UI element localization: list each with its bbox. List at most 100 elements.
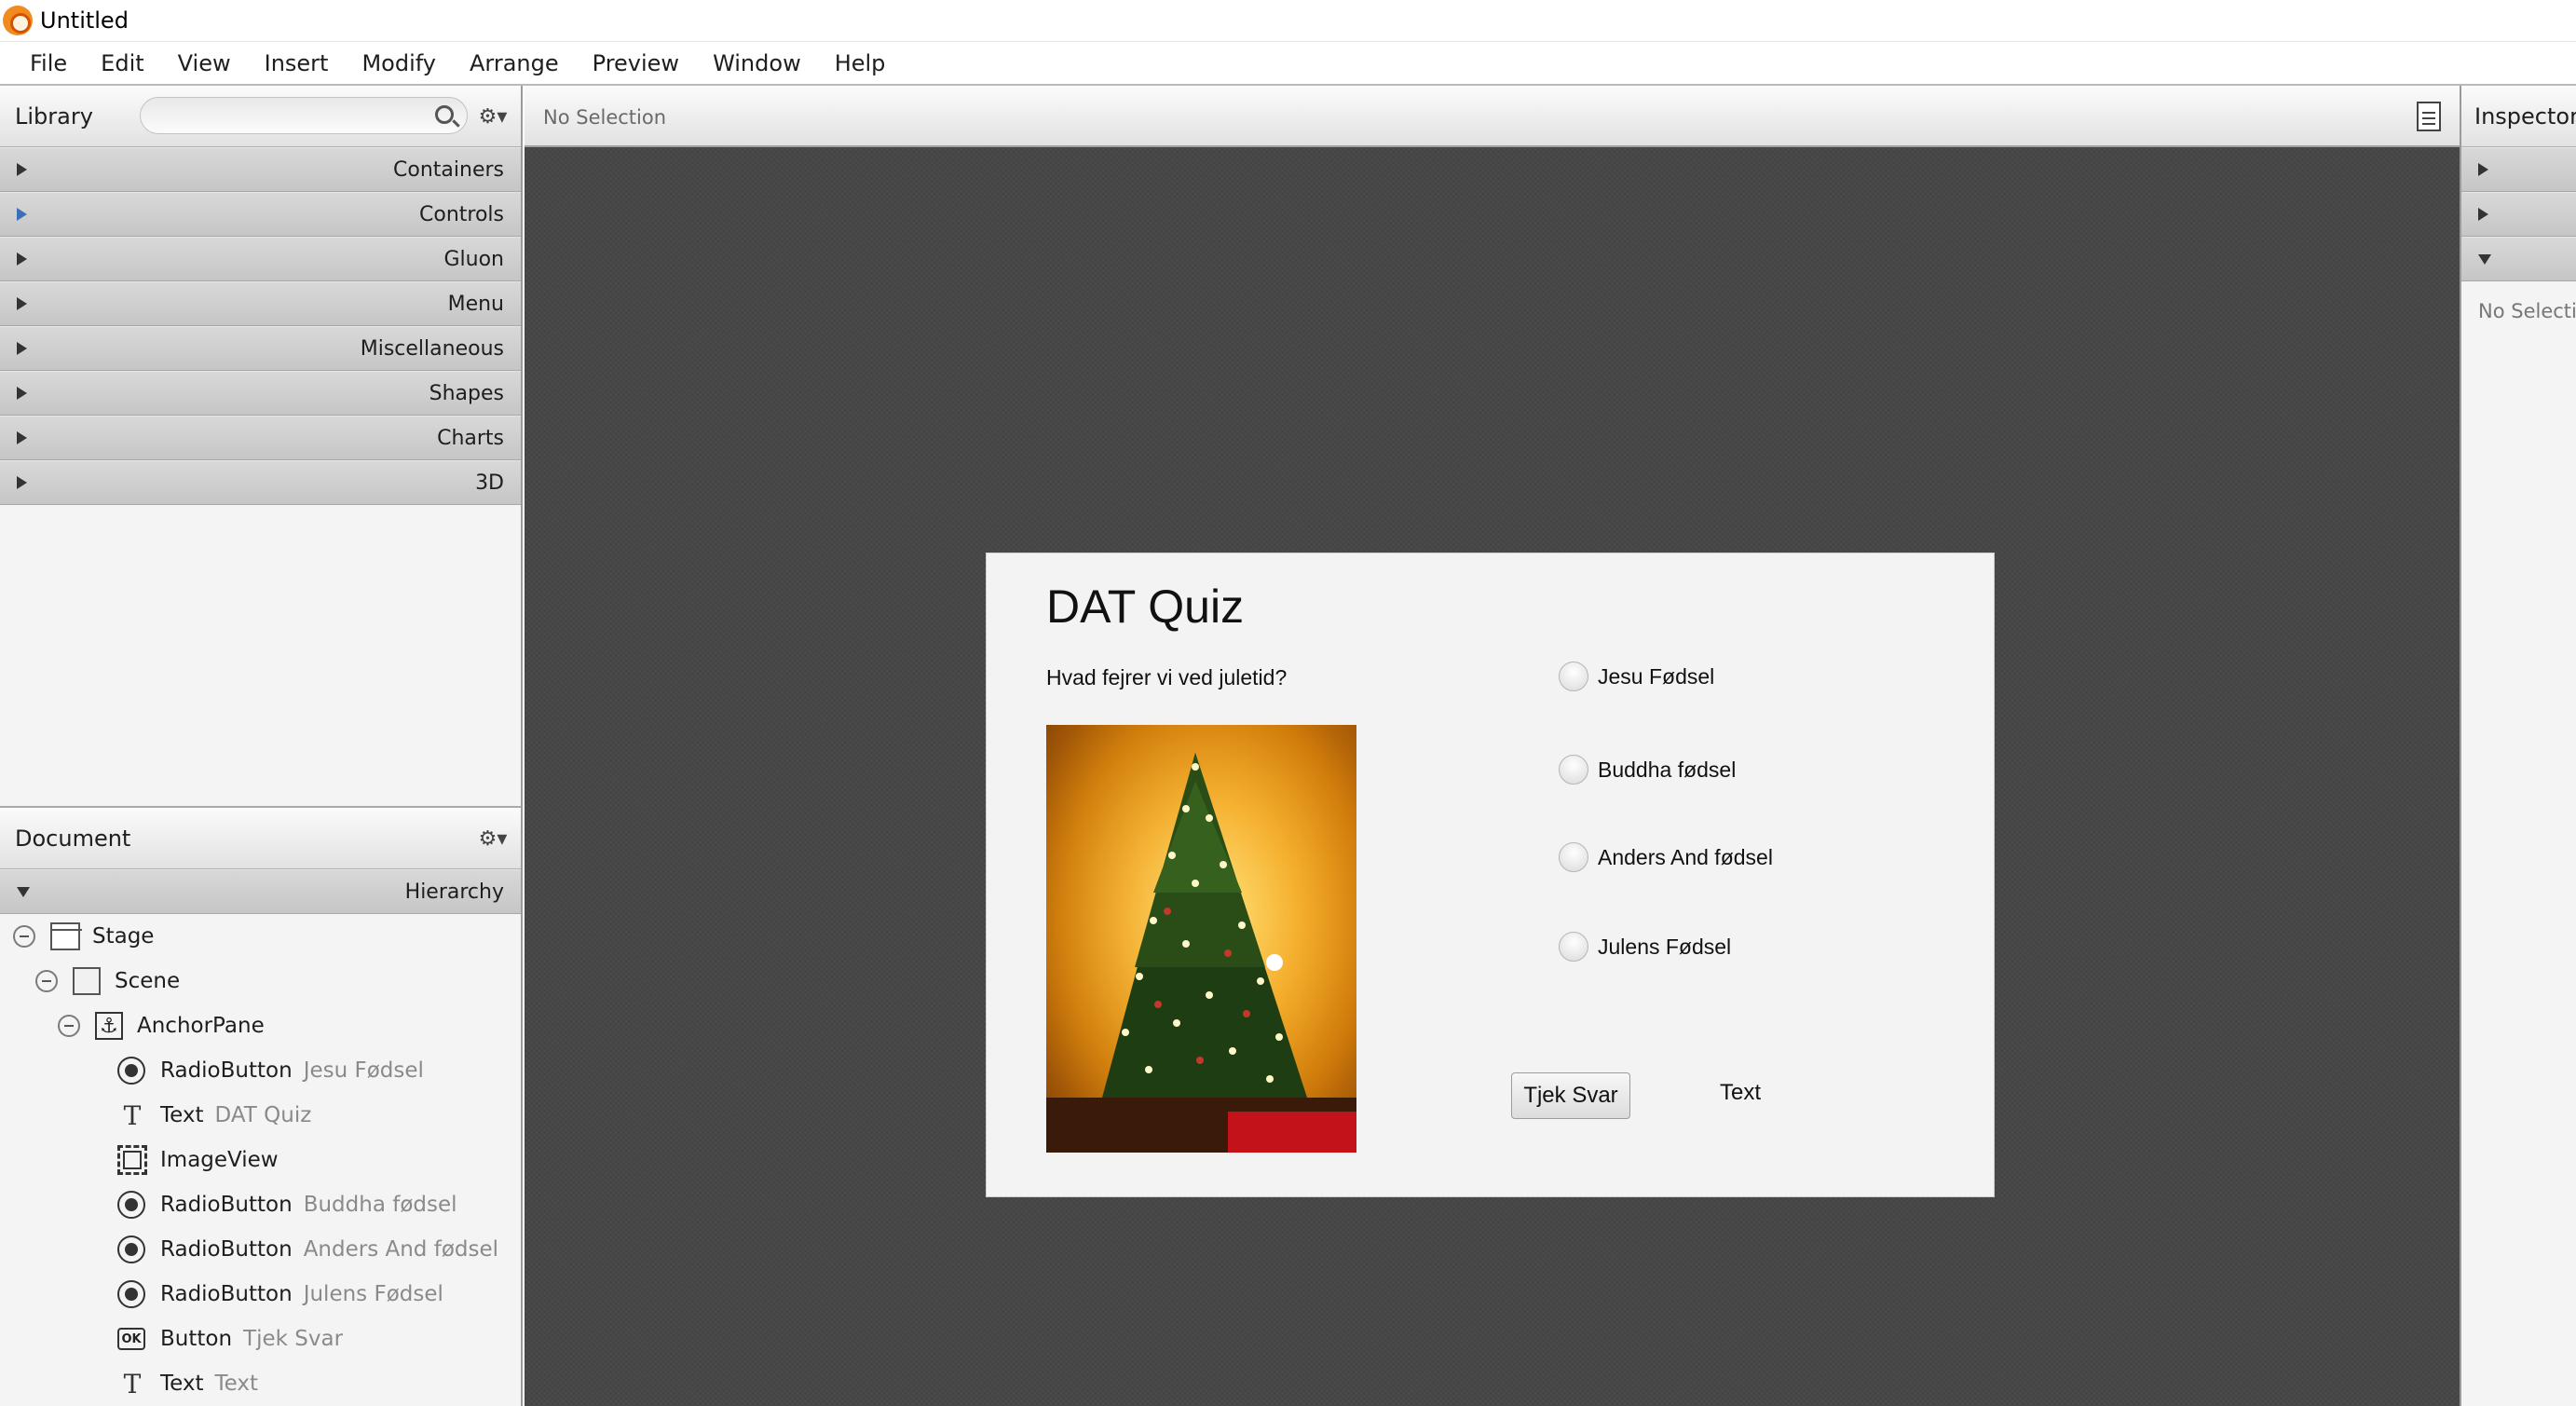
tree-node-label: Scene (115, 969, 181, 993)
result-text[interactable]: Text (1720, 1080, 1761, 1106)
library-content-area (0, 505, 521, 808)
tree-node-label: RadioButton Buddha fødsel (160, 1193, 457, 1217)
tree-node-scene[interactable]: Scene (0, 959, 521, 1003)
tree-node-label: Text Text (160, 1372, 259, 1396)
document-header: Document ⚙▾ (0, 808, 521, 869)
quiz-anchorpane[interactable]: DAT Quiz Hvad fejrer vi ved juletid? Jes… (986, 553, 1995, 1197)
section-label: Controls (419, 202, 504, 226)
menu-edit[interactable]: Edit (84, 50, 160, 76)
document-settings-gear-icon[interactable]: ⚙▾ (479, 825, 508, 853)
expand-arrow-icon[interactable] (2478, 163, 2488, 176)
radio-label[interactable]: Buddha fødsel (1598, 758, 1736, 783)
library-section-charts[interactable]: Charts (0, 416, 521, 460)
radio-circle[interactable] (1559, 932, 1588, 962)
expand-arrow-icon[interactable] (17, 342, 27, 355)
menu-file[interactable]: File (13, 50, 84, 76)
tree-node-text[interactable]: T Text DAT Quiz (0, 1093, 521, 1138)
menu-arrange[interactable]: Arrange (453, 50, 576, 76)
anchorpane-icon: ⚓ (95, 1012, 123, 1040)
menu-help[interactable]: Help (818, 50, 903, 76)
expand-arrow-icon[interactable] (17, 208, 27, 221)
radiobutton-icon (117, 1057, 145, 1085)
library-section-3d[interactable]: 3D (0, 460, 521, 505)
tree-node-radiobutton[interactable]: RadioButton Jesu Fødsel (0, 1048, 521, 1093)
expand-arrow-icon[interactable] (17, 431, 27, 444)
hierarchy-section[interactable]: Hierarchy (0, 869, 521, 914)
collapse-arrow-icon[interactable] (17, 886, 30, 897)
section-label: Shapes (429, 381, 504, 405)
collapse-node-icon[interactable] (58, 1015, 80, 1037)
library-section-miscellaneous[interactable]: Miscellaneous (0, 326, 521, 371)
section-label: Charts (437, 426, 504, 450)
tree-node-imageview[interactable]: ImageView (0, 1138, 521, 1182)
expand-arrow-icon[interactable] (17, 297, 27, 310)
section-label: Gluon (443, 247, 504, 271)
library-section-gluon[interactable]: Gluon (0, 237, 521, 281)
radio-circle[interactable] (1559, 662, 1588, 691)
tree-node-radiobutton[interactable]: RadioButton Julens Fødsel (0, 1272, 521, 1317)
tree-node-anchorpane[interactable]: ⚓ AnchorPane (0, 1003, 521, 1048)
quiz-question[interactable]: Hvad fejrer vi ved juletid? (1046, 665, 1287, 690)
expand-arrow-icon[interactable] (2478, 208, 2488, 221)
library-settings-gear-icon[interactable]: ⚙▾ (479, 102, 508, 130)
menu-view[interactable]: View (161, 50, 248, 76)
quiz-title[interactable]: DAT Quiz (1046, 580, 1244, 634)
library-section-menu[interactable]: Menu (0, 281, 521, 326)
tree-node-label: AnchorPane (137, 1014, 265, 1038)
section-label: Menu (447, 292, 504, 316)
menu-modify[interactable]: Modify (345, 50, 453, 76)
search-icon[interactable] (435, 105, 454, 124)
menu-window[interactable]: Window (696, 50, 818, 76)
inspector-section-code[interactable] (2461, 237, 2576, 281)
collapse-node-icon[interactable] (35, 970, 58, 992)
radiobutton-icon (117, 1280, 145, 1308)
menu-bar: File Edit View Insert Modify Arrange Pre… (0, 41, 2576, 86)
design-canvas[interactable]: No Selection DAT Quiz Hvad fejrer vi ved… (525, 86, 2460, 1406)
radio-circle[interactable] (1559, 842, 1588, 872)
radio-jesu-fodsel[interactable]: Jesu Fødsel (1559, 662, 1714, 691)
library-section-shapes[interactable]: Shapes (0, 371, 521, 416)
tree-node-text[interactable]: T Text Text (0, 1361, 521, 1406)
collapse-arrow-icon[interactable] (2478, 253, 2491, 265)
section-label: Hierarchy (404, 880, 504, 904)
scene-icon (73, 967, 101, 995)
selection-breadcrumb: No Selection (543, 106, 667, 129)
tree-node-radiobutton[interactable]: RadioButton Buddha fødsel (0, 1182, 521, 1227)
expand-arrow-icon[interactable] (17, 476, 27, 489)
radio-label[interactable]: Julens Fødsel (1598, 935, 1731, 960)
library-section-controls[interactable]: Controls (0, 192, 521, 237)
tree-node-radiobutton[interactable]: RadioButton Anders And fødsel (0, 1227, 521, 1272)
radio-circle[interactable] (1559, 755, 1588, 785)
radio-anders-and-fodsel[interactable]: Anders And fødsel (1559, 842, 1773, 872)
library-search-input[interactable] (154, 98, 433, 133)
library-title: Library (15, 102, 93, 130)
menu-preview[interactable]: Preview (576, 50, 696, 76)
tree-node-button[interactable]: OK Button Tjek Svar (0, 1317, 521, 1361)
radio-label[interactable]: Jesu Fødsel (1598, 664, 1714, 689)
collapse-node-icon[interactable] (13, 925, 35, 948)
tree-node-label: RadioButton Julens Fødsel (160, 1282, 443, 1306)
menu-insert[interactable]: Insert (248, 50, 346, 76)
inspector-header: Inspector (2461, 86, 2576, 147)
christmas-tree-picture (1046, 725, 1356, 1153)
christmas-tree-image[interactable] (1046, 725, 1356, 1153)
section-label: 3D (475, 471, 504, 495)
expand-arrow-icon[interactable] (17, 253, 27, 266)
tree-node-stage[interactable]: Stage (0, 914, 521, 959)
inspector-section-properties[interactable] (2461, 147, 2576, 192)
inspector-title: Inspector (2474, 102, 2576, 130)
expand-arrow-icon[interactable] (17, 387, 27, 400)
section-label: Miscellaneous (360, 336, 504, 361)
inspector-section-layout[interactable] (2461, 192, 2576, 237)
text-icon: T (123, 1099, 142, 1131)
radio-julens-fodsel[interactable]: Julens Fødsel (1559, 932, 1731, 962)
library-section-containers[interactable]: Containers (0, 147, 521, 192)
tree-node-label: Button Tjek Svar (160, 1327, 344, 1351)
library-search-field[interactable] (140, 97, 468, 134)
check-answer-button[interactable]: Tjek Svar (1511, 1072, 1630, 1119)
document-icon[interactable] (2417, 102, 2441, 131)
inspector-no-selection: No Selection (2478, 300, 2576, 322)
radio-buddha-fodsel[interactable]: Buddha fødsel (1559, 755, 1736, 785)
radio-label[interactable]: Anders And fødsel (1598, 845, 1773, 870)
expand-arrow-icon[interactable] (17, 163, 27, 176)
